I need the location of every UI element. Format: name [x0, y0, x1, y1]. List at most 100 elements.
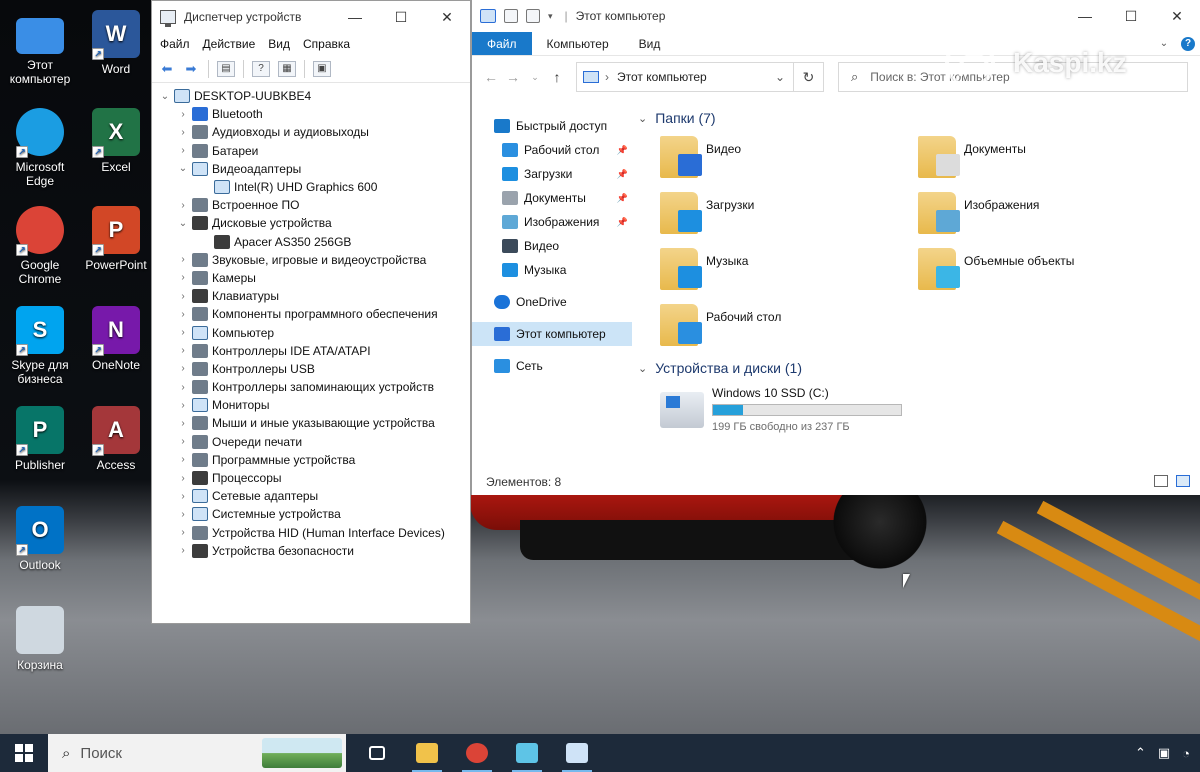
desktop-icon[interactable]: Этот компьютер [2, 10, 78, 86]
folder-item[interactable]: Рабочий стол [660, 298, 918, 354]
nav-item[interactable]: Видео [472, 234, 632, 258]
device-tree-item[interactable]: Intel(R) UHD Graphics 600 [152, 178, 470, 196]
close-button[interactable]: ✕ [1154, 0, 1200, 32]
tiles-view-icon[interactable] [1176, 475, 1190, 487]
recent-dropdown-icon[interactable]: ⌄ [524, 72, 546, 83]
device-tree-category[interactable]: › Очереди печати [152, 433, 470, 451]
device-tree-category[interactable]: › Системные устройства [152, 505, 470, 523]
device-tree-category[interactable]: › Контроллеры USB [152, 360, 470, 378]
device-tree-category[interactable]: › Мониторы [152, 396, 470, 414]
properties-icon[interactable]: ▤ [217, 60, 235, 77]
chevron-right-icon[interactable]: › [176, 345, 190, 356]
desktop-icon[interactable]: W ↗ Word [78, 10, 154, 76]
chevron-right-icon[interactable]: › [176, 382, 190, 393]
nav-item[interactable]: Загрузки 📌 [472, 162, 632, 186]
desktop-icon[interactable]: Корзина [2, 606, 78, 672]
start-button[interactable] [0, 734, 48, 772]
device-tree-category[interactable]: › Звуковые, игровые и видеоустройства [152, 251, 470, 269]
chevron-down-icon[interactable]: ⌄ [638, 362, 647, 375]
minimize-button[interactable]: — [1062, 0, 1108, 32]
chevron-right-icon[interactable]: › [176, 145, 190, 156]
device-tree-category[interactable]: ⌄ Дисковые устройства [152, 214, 470, 232]
close-button[interactable]: ✕ [424, 1, 470, 33]
folders-group-header[interactable]: ⌄ Папки (7) [638, 106, 1200, 130]
properties-check-icon[interactable] [504, 9, 518, 23]
taskbar-app[interactable] [352, 734, 402, 772]
menu-action[interactable]: Действие [203, 37, 256, 51]
chevron-right-icon[interactable]: › [176, 272, 190, 283]
chevron-right-icon[interactable]: › [176, 327, 190, 338]
new-folder-icon[interactable] [526, 9, 540, 23]
desktop-icon[interactable]: N ↗ OneNote [78, 306, 154, 372]
nav-item[interactable]: Рабочий стол 📌 [472, 138, 632, 162]
folder-item[interactable]: Изображения [918, 186, 1176, 242]
device-tree-category[interactable]: › Мыши и иные указывающие устройства [152, 414, 470, 432]
taskbar-app[interactable] [402, 734, 452, 772]
chevron-right-icon[interactable]: › [176, 254, 190, 265]
device-tree-category[interactable]: › Батареи [152, 142, 470, 160]
device-tree-category[interactable]: › Контроллеры IDE ATA/ATAPI [152, 342, 470, 360]
menu-file[interactable]: Файл [160, 37, 190, 51]
desktop-icon[interactable]: P ↗ PowerPoint [78, 206, 154, 272]
chevron-right-icon[interactable]: › [176, 109, 190, 120]
chevron-right-icon[interactable]: › [176, 509, 190, 520]
chevron-right-icon[interactable]: › [176, 309, 190, 320]
chevron-down-icon[interactable]: ⌄ [176, 218, 190, 229]
device-manager-titlebar[interactable]: Диспетчер устройств — ☐ ✕ [152, 1, 470, 33]
device-tree-category[interactable]: ⌄ Видеоадаптеры [152, 160, 470, 178]
desktop-icon[interactable]: S ↗ Skype для бизнеса [2, 306, 78, 386]
nav-item[interactable]: Музыка [472, 258, 632, 282]
folder-item[interactable]: Объемные объекты [918, 242, 1176, 298]
update-driver-icon[interactable]: ▦ [278, 60, 296, 77]
device-tree-category[interactable]: › Камеры [152, 269, 470, 287]
taskbar-app[interactable] [502, 734, 552, 772]
device-tree-category[interactable]: › Устройства безопасности [152, 542, 470, 560]
menu-view[interactable]: Вид [268, 37, 290, 51]
wifi-icon[interactable]: ◔ [1182, 746, 1190, 761]
device-tree-category[interactable]: › Процессоры [152, 469, 470, 487]
desktop-icon[interactable]: P ↗ Publisher [2, 406, 78, 472]
desktop-icon[interactable]: A ↗ Access [78, 406, 154, 472]
menu-help[interactable]: Справка [303, 37, 350, 51]
chevron-right-icon[interactable]: › [176, 527, 190, 538]
nav-item[interactable]: Этот компьютер [472, 322, 632, 346]
chevron-down-icon[interactable]: ⌄ [158, 91, 172, 102]
taskbar-app[interactable] [552, 734, 602, 772]
device-tree-category[interactable]: › Компоненты программного обеспечения [152, 305, 470, 323]
ribbon-expand-icon[interactable]: ⌄ [1152, 32, 1176, 55]
nav-item[interactable]: Быстрый доступ [472, 114, 632, 138]
device-tree-category[interactable]: › Встроенное ПО [152, 196, 470, 214]
address-dropdown-icon[interactable]: ⌄ [775, 70, 793, 84]
taskbar-app[interactable] [452, 734, 502, 772]
maximize-button[interactable]: ☐ [378, 1, 424, 33]
address-field[interactable]: › Этот компьютер ⌄ [576, 62, 794, 92]
device-tree-category[interactable]: › Bluetooth [152, 105, 470, 123]
device-tree-category[interactable]: › Сетевые адаптеры [152, 487, 470, 505]
tree-root[interactable]: ⌄ DESKTOP-UUBKBE4 [152, 87, 470, 105]
chevron-right-icon[interactable]: › [176, 436, 190, 447]
help-button[interactable]: ? [1176, 32, 1200, 55]
breadcrumb-separator-icon[interactable]: › [605, 70, 609, 84]
forward-arrow-icon[interactable]: → [502, 69, 524, 85]
nav-item[interactable]: OneDrive [472, 290, 632, 314]
chevron-down-icon[interactable]: ⌄ [638, 112, 647, 125]
help-icon[interactable]: ? [252, 60, 270, 77]
device-tree-category[interactable]: › Компьютер [152, 323, 470, 341]
desktop-icon[interactable]: X ↗ Excel [78, 108, 154, 174]
scan-hardware-icon[interactable]: ▣ [313, 60, 331, 77]
device-tree-item[interactable]: Apacer AS350 256GB [152, 233, 470, 251]
chevron-right-icon[interactable]: › [176, 200, 190, 211]
chevron-right-icon[interactable]: › [176, 545, 190, 556]
folder-item[interactable]: Загрузки [660, 186, 918, 242]
chevron-right-icon[interactable]: › [176, 400, 190, 411]
nav-item[interactable]: Сеть [472, 354, 632, 378]
device-tree-category[interactable]: › Программные устройства [152, 451, 470, 469]
chevron-right-icon[interactable]: › [176, 363, 190, 374]
device-tree-category[interactable]: › Аудиовходы и аудиовыходы [152, 123, 470, 141]
forward-arrow-icon[interactable]: ➡ [180, 58, 202, 80]
desktop-icon[interactable]: O ↗ Outlook [2, 506, 78, 572]
nav-item[interactable]: Документы 📌 [472, 186, 632, 210]
folder-item[interactable]: Музыка [660, 242, 918, 298]
nav-item[interactable]: Изображения 📌 [472, 210, 632, 234]
tray-device-icon[interactable]: ▣ [1158, 745, 1170, 761]
